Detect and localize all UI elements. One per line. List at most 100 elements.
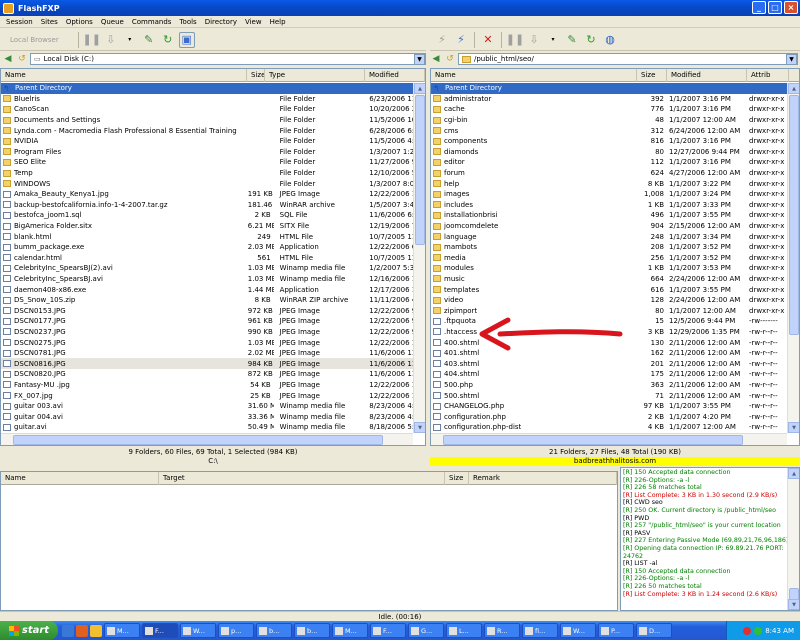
table-row[interactable]: DSCN0153.JPG 972 KB JPEG Image 12/22/2006 9…: [1, 305, 413, 316]
tray-icon[interactable]: [754, 626, 763, 635]
table-row[interactable]: language 248 1/1/2007 3:34 PM drwxr-xr-x: [431, 231, 787, 242]
queue-column-size[interactable]: Size: [445, 472, 469, 485]
scroll-down-icon[interactable]: ▼: [788, 422, 799, 433]
refresh-icon[interactable]: ↻: [583, 32, 599, 48]
close-button[interactable]: ×: [784, 1, 798, 14]
table-row[interactable]: templates 616 1/1/2007 3:55 PM drwxr-xr-x: [431, 284, 787, 295]
table-row[interactable]: installationbrisi 496 1/1/2007 3:55 PM drwx…: [431, 210, 787, 221]
table-row[interactable]: cms 312 6/24/2006 12:00 AM drwxr-xr-x: [431, 125, 787, 136]
scroll-down-icon[interactable]: ▼: [788, 599, 799, 610]
transfer-icon[interactable]: ⇩: [526, 32, 542, 48]
chevron-down-icon[interactable]: ▼: [414, 53, 425, 65]
local-vertical-scrollbar[interactable]: ▲ ▼: [413, 83, 425, 433]
table-row[interactable]: editor 112 1/1/2007 3:16 PM drwxr-xr-x: [431, 157, 787, 168]
table-row[interactable]: 500.shtml 71 2/11/2006 12:00 AM -rw-r--r--: [431, 390, 787, 401]
back-icon[interactable]: ◀: [430, 53, 442, 65]
table-row[interactable]: Amaka_Beauty_Kenya1.jpg 191 KB JPEG Image 1…: [1, 189, 413, 200]
table-row[interactable]: joomcomdelete 904 2/15/2006 12:00 AM drwxr-…: [431, 221, 787, 232]
column-size[interactable]: Size: [247, 69, 265, 82]
queue-column-name[interactable]: Name: [1, 472, 159, 485]
menu-directory[interactable]: Directory: [201, 18, 241, 26]
refresh-icon[interactable]: ↻: [160, 32, 176, 48]
scroll-thumb[interactable]: [443, 435, 743, 445]
local-horizontal-scrollbar[interactable]: [1, 433, 413, 445]
table-row[interactable]: bumm_package.exe 2.03 MB Application 12/22/…: [1, 242, 413, 253]
transfer-dropdown-icon[interactable]: ▾: [545, 32, 561, 48]
column-type[interactable]: Type: [265, 69, 365, 82]
log-vertical-scrollbar[interactable]: ▲ ▼: [787, 468, 799, 610]
taskbar-button[interactable]: p...: [218, 623, 254, 638]
transfer-icon[interactable]: ⇩: [103, 32, 119, 48]
menu-queue[interactable]: Queue: [97, 18, 128, 26]
table-row[interactable]: components 816 1/1/2007 3:16 PM drwxr-xr-x: [431, 136, 787, 147]
table-row[interactable]: images 1,008 1/1/2007 3:24 PM drwxr-xr-x: [431, 189, 787, 200]
table-row[interactable]: includes 1 KB 1/1/2007 3:33 PM drwxr-xr-x: [431, 200, 787, 211]
table-row[interactable]: 500.php 363 2/11/2006 12:00 AM -rw-r--r--: [431, 380, 787, 391]
left-path-input[interactable]: ▭ Local Disk (C:) ▼: [30, 53, 426, 65]
table-row[interactable]: daemon408-x86.exe 1.44 MB Application 12/17…: [1, 284, 413, 295]
globe-icon[interactable]: ◍: [602, 32, 618, 48]
transfer-dropdown-icon[interactable]: ▾: [122, 32, 138, 48]
table-row[interactable]: Temp File Folder 12/10/2006 5:3: [1, 168, 413, 179]
table-row[interactable]: guitar 004.avi 33.36 MB Winamp media file 8…: [1, 411, 413, 422]
taskbar-button[interactable]: fi...: [522, 623, 558, 638]
queue-column-target[interactable]: Target: [159, 472, 445, 485]
taskbar-button[interactable]: R...: [484, 623, 520, 638]
menu-commands[interactable]: Commands: [128, 18, 176, 26]
table-row[interactable]: guitar 003.avi 31.60 MB Winamp media file 8…: [1, 401, 413, 412]
computer-icon[interactable]: ▣: [178, 31, 195, 48]
table-row[interactable]: configuration.php 2 KB 1/1/2007 4:20 PM -rw…: [431, 411, 787, 422]
table-row[interactable]: media 256 1/1/2007 3:52 PM drwxr-xr-x: [431, 253, 787, 264]
table-row[interactable]: ↰ Parent Directory: [431, 83, 787, 94]
maximize-button[interactable]: □: [768, 1, 782, 14]
table-row[interactable]: 404.shtml 175 2/11/2006 12:00 AM -rw-r--r--: [431, 369, 787, 380]
table-row[interactable]: Bluelris File Folder 6/23/2006 11:0: [1, 94, 413, 105]
table-row[interactable]: blank.html 249 HTML File 10/7/2005 11:: [1, 231, 413, 242]
remote-vertical-scrollbar[interactable]: ▲ ▼: [787, 83, 799, 433]
table-row[interactable]: forum 624 4/27/2006 12:00 AM drwxr-xr-x: [431, 168, 787, 179]
table-row[interactable]: FX_007.jpg 25 KB JPEG Image 12/22/2006 11:: [1, 390, 413, 401]
table-row[interactable]: help 8 KB 1/1/2007 3:22 PM drwxr-xr-x: [431, 178, 787, 189]
scroll-up-icon[interactable]: ▲: [788, 83, 799, 94]
table-row[interactable]: NVIDIA File Folder 11/5/2006 4:2: [1, 136, 413, 147]
taskbar-button[interactable]: F...: [142, 623, 178, 638]
remote-horizontal-scrollbar[interactable]: [431, 433, 787, 445]
table-row[interactable]: Fantasy-MU .jpg 54 KB JPEG Image 12/22/2006…: [1, 380, 413, 391]
table-row[interactable]: 403.shtml 201 2/11/2006 12:00 AM -rw-r--r--: [431, 358, 787, 369]
column-name[interactable]: Name: [1, 69, 247, 82]
scroll-up-icon[interactable]: ▲: [788, 468, 799, 479]
chevron-down-icon[interactable]: ▼: [786, 53, 797, 65]
menu-tools[interactable]: Tools: [175, 18, 200, 26]
menu-sites[interactable]: Sites: [37, 18, 62, 26]
table-row[interactable]: video 128 2/24/2006 12:00 AM drwxr-xr-x: [431, 295, 787, 306]
taskbar-button[interactable]: D...: [636, 623, 672, 638]
table-row[interactable]: calendar.html 561 HTML File 10/7/2005 11:: [1, 253, 413, 264]
table-row[interactable]: WINDOWS File Folder 1/3/2007 8:00: [1, 178, 413, 189]
abort-icon[interactable]: ✕: [480, 32, 496, 48]
table-row[interactable]: bestofca_joom1.sql 2 KB SQL File 11/6/2006 …: [1, 210, 413, 221]
folder-new-icon[interactable]: ✎: [564, 32, 580, 48]
table-row[interactable]: administrator 392 1/1/2007 3:16 PM drwxr-xr…: [431, 94, 787, 105]
transfer-queue[interactable]: Name Target Size Remark: [0, 471, 618, 611]
back-icon[interactable]: ◀: [2, 53, 14, 65]
taskbar-button[interactable]: P...: [598, 623, 634, 638]
table-row[interactable]: DSCN0816.JPG 984 KB JPEG Image 11/6/2006 11…: [1, 358, 413, 370]
table-row[interactable]: DSCN0820.JPG 872 KB JPEG Image 11/6/2006 11…: [1, 369, 413, 380]
table-row[interactable]: ↰ Parent Directory: [1, 83, 413, 94]
table-row[interactable]: DSCN0177.JPG 961 KB JPEG Image 12/22/2006 9…: [1, 316, 413, 327]
pause-icon[interactable]: ❚❚: [506, 32, 524, 48]
table-row[interactable]: CHANGELOG.php 97 KB 1/1/2007 3:55 PM -rw-r-…: [431, 401, 787, 412]
table-row[interactable]: CelebrityInc_SpearsBJ.avi 1.03 MB Winamp m…: [1, 274, 413, 285]
taskbar-button[interactable]: F...: [370, 623, 406, 638]
refresh-small-icon[interactable]: ↺: [444, 53, 456, 65]
column-modified[interactable]: Modified: [667, 69, 747, 82]
table-row[interactable]: DSCN0237.JPG 990 KB JPEG Image 12/22/2006 9…: [1, 327, 413, 338]
taskbar-button[interactable]: G...: [408, 623, 444, 638]
column-size[interactable]: Size: [637, 69, 667, 82]
queue-column-remark[interactable]: Remark: [469, 472, 617, 485]
table-row[interactable]: CelebrityInc_SpearsBJ(2).avi 1.03 MB Winam…: [1, 263, 413, 274]
taskbar-button[interactable]: W...: [560, 623, 596, 638]
taskbar-button[interactable]: M...: [332, 623, 368, 638]
column-name[interactable]: Name: [431, 69, 637, 82]
ie-icon[interactable]: [62, 624, 74, 637]
